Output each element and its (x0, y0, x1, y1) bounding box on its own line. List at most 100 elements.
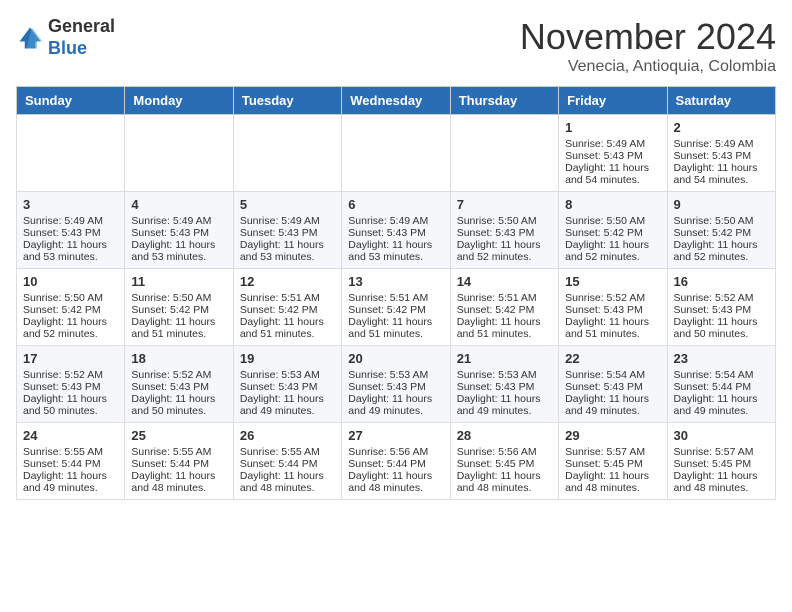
logo-text: General Blue (48, 16, 115, 59)
sunrise-text: Sunrise: 5:50 AM (457, 215, 552, 227)
calendar-cell: 2Sunrise: 5:49 AMSunset: 5:43 PMDaylight… (667, 115, 775, 192)
calendar-cell: 1Sunrise: 5:49 AMSunset: 5:43 PMDaylight… (559, 115, 667, 192)
calendar-cell: 29 Sunrise: 5:57 AMSunset: 5:45 PMDayligh… (559, 423, 667, 500)
calendar-cell: 14Sunrise: 5:51 AMSunset: 5:42 PMDayligh… (450, 269, 558, 346)
daylight-text: Daylight: 11 hours and 53 minutes. (348, 239, 443, 263)
weekday-header: Thursday (450, 87, 558, 115)
calendar-cell: 21Sunrise: 5:53 AMSunset: 5:43 PMDayligh… (450, 346, 558, 423)
daylight-text: Daylight: 11 hours and 48 minutes. (565, 470, 660, 494)
sunrise-text: Sunrise: 5:56 AM (348, 446, 443, 458)
sunset-text: Sunset: 5:44 PM (23, 458, 118, 470)
sunset-text: Sunset: 5:43 PM (131, 381, 226, 393)
daylight-text: Daylight: 11 hours and 48 minutes. (131, 470, 226, 494)
calendar-cell: 9Sunrise: 5:50 AMSunset: 5:42 PMDaylight… (667, 192, 775, 269)
calendar-cell: 16Sunrise: 5:52 AMSunset: 5:43 PMDayligh… (667, 269, 775, 346)
daylight-text: Daylight: 11 hours and 53 minutes. (240, 239, 335, 263)
daylight-text: Daylight: 11 hours and 52 minutes. (674, 239, 769, 263)
title-block: November 2024 Venecia, Antioquia, Colomb… (520, 16, 776, 76)
calendar-cell (125, 115, 233, 192)
sunrise-text: Sunrise: 5:52 AM (674, 292, 769, 304)
day-number: 27 (348, 428, 443, 443)
sunrise-text: Sunrise: 5:53 AM (348, 369, 443, 381)
month-title: November 2024 (520, 16, 776, 58)
calendar-cell: 5Sunrise: 5:49 AMSunset: 5:43 PMDaylight… (233, 192, 341, 269)
sunrise-text: Sunrise: 5:50 AM (565, 215, 660, 227)
sunrise-text: Sunrise: 5:49 AM (348, 215, 443, 227)
calendar-cell (17, 115, 125, 192)
sunrise-text: Sunrise: 5:55 AM (131, 446, 226, 458)
logo-general-text: General (48, 16, 115, 36)
sunrise-text: Sunrise: 5:52 AM (565, 292, 660, 304)
calendar-cell: 22Sunrise: 5:54 AMSunset: 5:43 PMDayligh… (559, 346, 667, 423)
day-number: 2 (674, 120, 769, 135)
day-number: 7 (457, 197, 552, 212)
calendar-table: SundayMondayTuesdayWednesdayThursdayFrid… (16, 86, 776, 500)
logo-blue-text: Blue (48, 38, 87, 58)
weekday-header: Friday (559, 87, 667, 115)
sunrise-text: Sunrise: 5:49 AM (240, 215, 335, 227)
sunrise-text: Sunrise: 5:53 AM (457, 369, 552, 381)
sunrise-text: Sunrise: 5:53 AM (240, 369, 335, 381)
sunrise-text: Sunrise: 5:49 AM (565, 138, 660, 150)
daylight-text: Daylight: 11 hours and 48 minutes. (457, 470, 552, 494)
sunrise-text: Sunrise: 5:54 AM (674, 369, 769, 381)
day-number: 16 (674, 274, 769, 289)
sunset-text: Sunset: 5:42 PM (131, 304, 226, 316)
sunset-text: Sunset: 5:42 PM (457, 304, 552, 316)
sunrise-text: Sunrise: 5:51 AM (348, 292, 443, 304)
day-number: 28 (457, 428, 552, 443)
sunset-text: Sunset: 5:44 PM (674, 381, 769, 393)
daylight-text: Daylight: 11 hours and 53 minutes. (131, 239, 226, 263)
page-header: General Blue November 2024 Venecia, Anti… (16, 16, 776, 76)
day-number: 29 (565, 428, 660, 443)
calendar-cell: 11Sunrise: 5:50 AMSunset: 5:42 PMDayligh… (125, 269, 233, 346)
calendar-cell: 23Sunrise: 5:54 AMSunset: 5:44 PMDayligh… (667, 346, 775, 423)
daylight-text: Daylight: 11 hours and 51 minutes. (348, 316, 443, 340)
daylight-text: Daylight: 11 hours and 49 minutes. (674, 393, 769, 417)
day-number: 4 (131, 197, 226, 212)
day-number: 20 (348, 351, 443, 366)
sunset-text: Sunset: 5:43 PM (131, 227, 226, 239)
weekday-header: Wednesday (342, 87, 450, 115)
day-number: 24 (23, 428, 118, 443)
daylight-text: Daylight: 11 hours and 52 minutes. (565, 239, 660, 263)
calendar-cell: 24 Sunrise: 5:55 AMSunset: 5:44 PMDayligh… (17, 423, 125, 500)
sunrise-text: Sunrise: 5:51 AM (457, 292, 552, 304)
day-number: 6 (348, 197, 443, 212)
sunrise-text: Sunrise: 5:57 AM (674, 446, 769, 458)
sunset-text: Sunset: 5:43 PM (674, 304, 769, 316)
sunset-text: Sunset: 5:43 PM (565, 304, 660, 316)
daylight-text: Daylight: 11 hours and 48 minutes. (240, 470, 335, 494)
sunset-text: Sunset: 5:43 PM (457, 381, 552, 393)
logo-icon (16, 24, 44, 52)
calendar-cell: 3Sunrise: 5:49 AMSunset: 5:43 PMDaylight… (17, 192, 125, 269)
calendar-cell (342, 115, 450, 192)
calendar-cell: 4Sunrise: 5:49 AMSunset: 5:43 PMDaylight… (125, 192, 233, 269)
calendar-cell: 20 Sunrise: 5:53 AMSunset: 5:43 PMDayligh… (342, 346, 450, 423)
calendar-cell: 26Sunrise: 5:55 AMSunset: 5:44 PMDayligh… (233, 423, 341, 500)
sunset-text: Sunset: 5:43 PM (674, 150, 769, 162)
day-number: 11 (131, 274, 226, 289)
sunset-text: Sunset: 5:43 PM (240, 227, 335, 239)
sunset-text: Sunset: 5:45 PM (565, 458, 660, 470)
day-number: 8 (565, 197, 660, 212)
calendar-cell (450, 115, 558, 192)
weekday-header: Tuesday (233, 87, 341, 115)
sunset-text: Sunset: 5:42 PM (240, 304, 335, 316)
sunset-text: Sunset: 5:45 PM (674, 458, 769, 470)
sunset-text: Sunset: 5:43 PM (23, 381, 118, 393)
sunset-text: Sunset: 5:43 PM (348, 227, 443, 239)
day-number: 21 (457, 351, 552, 366)
sunrise-text: Sunrise: 5:50 AM (23, 292, 118, 304)
daylight-text: Daylight: 11 hours and 49 minutes. (23, 470, 118, 494)
daylight-text: Daylight: 11 hours and 49 minutes. (348, 393, 443, 417)
sunrise-text: Sunrise: 5:55 AM (23, 446, 118, 458)
sunset-text: Sunset: 5:42 PM (23, 304, 118, 316)
sunrise-text: Sunrise: 5:56 AM (457, 446, 552, 458)
sunset-text: Sunset: 5:43 PM (348, 381, 443, 393)
calendar-cell: 17Sunrise: 5:52 AMSunset: 5:43 PMDayligh… (17, 346, 125, 423)
location: Venecia, Antioquia, Colombia (520, 58, 776, 76)
day-number: 12 (240, 274, 335, 289)
sunrise-text: Sunrise: 5:57 AM (565, 446, 660, 458)
calendar-cell: 18Sunrise: 5:52 AMSunset: 5:43 PMDayligh… (125, 346, 233, 423)
